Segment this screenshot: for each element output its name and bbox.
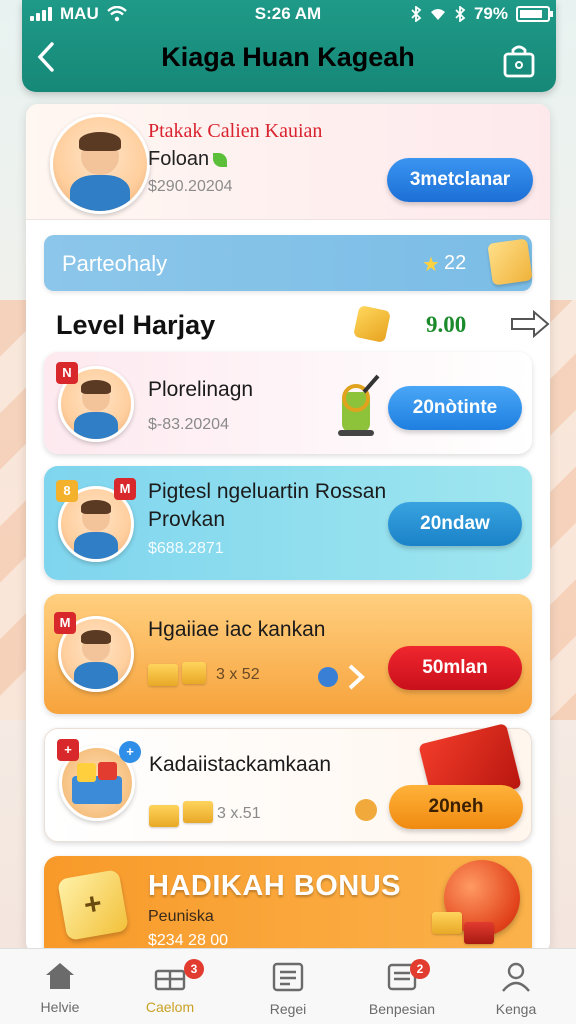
task-action-button[interactable]: 20neh <box>389 785 523 829</box>
progress-label: Parteohaly <box>62 251 168 276</box>
level-label: Level Harjay <box>56 310 216 340</box>
tab-bar: Helvie 3 Caelom Regei 2 Benpesian Kenga <box>0 948 576 1024</box>
badge-icon: + <box>119 741 141 763</box>
tab-label: Regei <box>269 1001 307 1017</box>
badge-icon: N <box>56 362 78 384</box>
tab-label: Kenga <box>495 1001 537 1017</box>
tab-label: Caelom <box>145 999 195 1015</box>
notification-badge: 3 <box>184 959 204 979</box>
coin-icon <box>355 799 377 821</box>
bluetooth-icon-secondary <box>455 6 466 22</box>
profile-action-button[interactable]: 3metclanar <box>387 158 533 202</box>
task-title: Hgaiiae iac kankan <box>148 618 326 641</box>
gift-icon <box>432 912 462 934</box>
tab-messages[interactable]: 2 Benpesian <box>352 955 452 1021</box>
tab-profile[interactable]: Kenga <box>466 955 566 1021</box>
level-value: 9.00 <box>426 312 467 337</box>
notification-badge: 2 <box>410 959 430 979</box>
bonus-banner[interactable]: + HADIKAH BONUS Peuniska $234 28 00 <box>44 856 532 954</box>
badge-icon: 8 <box>56 480 78 502</box>
gift-icon <box>149 805 179 827</box>
level-row[interactable]: Level Harjay 9.00 <box>56 304 550 348</box>
tab-home[interactable]: Helvie <box>10 955 110 1021</box>
task-title: Kadaiistackamkaan <box>149 753 332 776</box>
profile-name: Ptakak Calien Kauian <box>148 120 323 142</box>
coin-icon <box>353 305 391 343</box>
profile-amount: $290.20204 <box>148 178 233 195</box>
star-icon: ★ <box>422 254 440 276</box>
tab-label: Benpesian <box>368 1001 436 1017</box>
progress-banner[interactable]: Parteohaly ★ 22 <box>44 235 533 291</box>
task-title: Plorelinagn <box>148 378 254 401</box>
bonus-subtitle: Peuniska <box>148 908 214 925</box>
gift-icon <box>154 969 186 991</box>
home-icon <box>46 963 74 989</box>
bonus-title: HADIKAH BONUS <box>148 870 401 902</box>
tab-label: Helvie <box>40 999 80 1015</box>
gift-icon <box>148 664 178 686</box>
task-title-line2: Provkan <box>148 508 226 531</box>
arrow-right-icon[interactable] <box>510 308 550 340</box>
wand-icon <box>318 664 365 690</box>
tab-register[interactable]: Regei <box>238 955 338 1021</box>
task-action-button[interactable]: 20nòtinte <box>388 386 522 430</box>
task-action-button[interactable]: 50mlan <box>388 646 522 690</box>
bluetooth-icon <box>411 6 422 22</box>
tab-rewards[interactable]: 3 Caelom <box>120 955 220 1021</box>
shopping-bag-icon <box>503 45 535 78</box>
wifi-icon-secondary <box>430 9 445 20</box>
task-card[interactable]: + + Kadaiistackamkaan 3 x.51 20neh <box>44 723 532 842</box>
task-title: Pigtesl ngeluartin Rossan <box>148 480 387 503</box>
task-card[interactable]: 8 M Pigtesl ngeluartin Rossan Provkan $6… <box>44 466 532 580</box>
task-meta: $-83.20204 <box>148 416 229 433</box>
profile-subtitle: Foloan <box>148 148 228 171</box>
gift-tile-icon <box>487 238 533 286</box>
list-icon <box>272 962 304 992</box>
vacuum-icon <box>338 374 380 436</box>
status-bar: MAU S:26 AM 79% <box>0 0 576 28</box>
battery-percent: 79% <box>473 4 508 23</box>
task-action-button[interactable]: 20ndaw <box>388 502 522 546</box>
gift-icon <box>182 662 206 684</box>
task-meta: 3 x.51 <box>217 805 261 822</box>
gift-icon <box>183 801 213 823</box>
badge-icon: + <box>57 739 79 761</box>
task-card[interactable]: M Hgaiiae iac kankan 3 x 52 50mlan <box>44 594 532 714</box>
gift-tile-icon: + <box>57 869 129 941</box>
profile-subtitle-text: Foloan <box>148 148 210 170</box>
badge-icon: M <box>114 478 136 500</box>
badge-icon: M <box>54 612 76 634</box>
profile-icon <box>502 962 530 992</box>
task-meta: $688.2871 <box>148 540 224 557</box>
leaf-icon <box>213 152 228 167</box>
star-count: 22 <box>444 252 467 274</box>
gift-icon <box>464 922 494 944</box>
profile-card: Ptakak Calien Kauian Foloan $290.20204 3… <box>26 104 550 220</box>
main-panel: Ptakak Calien Kauian Foloan $290.20204 3… <box>26 104 550 954</box>
page-title: Kiaga Huan Kageah <box>161 42 415 72</box>
task-card[interactable]: N Plorelinagn $-83.20204 20nòtinte <box>44 352 532 454</box>
battery-icon <box>516 6 553 22</box>
task-meta: 3 x 52 <box>216 666 260 683</box>
bag-button[interactable] <box>500 42 538 80</box>
avatar <box>50 114 150 214</box>
